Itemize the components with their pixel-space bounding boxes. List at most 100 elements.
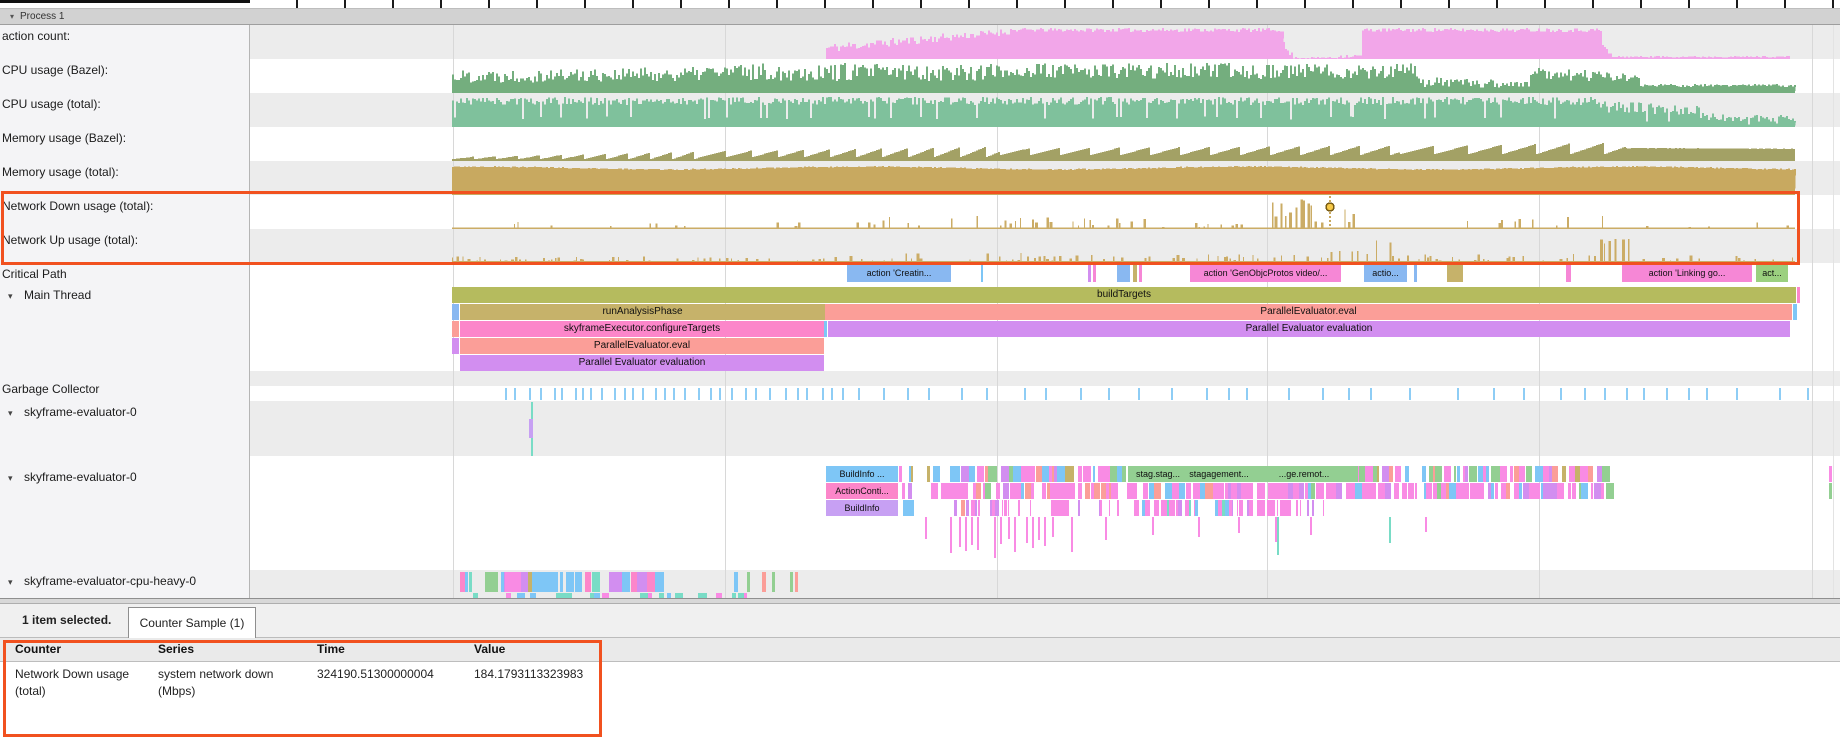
flame-slice[interactable] — [1031, 483, 1034, 499]
main-thread-slice[interactable] — [1797, 287, 1800, 303]
flame-slice[interactable] — [1415, 483, 1417, 499]
critical-path-slice[interactable]: act... — [1756, 265, 1788, 282]
flame-slice[interactable] — [465, 572, 468, 592]
gc-event-tick[interactable] — [673, 388, 675, 400]
gc-event-tick[interactable] — [655, 388, 657, 400]
flame-slice[interactable] — [1422, 466, 1426, 482]
flame-slice[interactable] — [1533, 483, 1540, 499]
flame-slice[interactable] — [1051, 500, 1069, 516]
gc-event-tick[interactable] — [806, 388, 808, 400]
flame-slice[interactable] — [996, 483, 1000, 499]
gc-event-tick[interactable] — [1688, 388, 1690, 400]
gc-event-tick[interactable] — [664, 388, 666, 400]
gc-event-tick[interactable] — [1206, 388, 1208, 400]
critical-path-slice[interactable]: actio... — [1364, 265, 1407, 282]
collapse-arrow-icon[interactable]: ▾ — [8, 289, 13, 303]
flame-slice[interactable] — [1447, 466, 1451, 482]
flame-slice[interactable] — [991, 466, 997, 482]
critical-path-slice[interactable] — [1139, 265, 1142, 282]
gc-event-tick[interactable] — [1560, 388, 1562, 400]
critical-path-slice[interactable]: action 'Creatin... — [847, 265, 951, 282]
flame-slice[interactable] — [911, 466, 913, 482]
flame-slice[interactable] — [1094, 483, 1100, 499]
flame-slice[interactable] — [1172, 483, 1179, 499]
flame-slice[interactable] — [1591, 483, 1593, 499]
flame-slice[interactable] — [1449, 483, 1456, 499]
flame-slice[interactable] — [899, 466, 902, 482]
main-thread-slice[interactable]: ParallelEvaluator.eval — [825, 304, 1792, 320]
main-thread-slice[interactable] — [1793, 304, 1797, 320]
flame-slice[interactable] — [1110, 466, 1117, 482]
flame-slice[interactable] — [1519, 466, 1525, 482]
hanging-slice[interactable] — [1052, 517, 1054, 537]
flame-slice[interactable] — [1526, 466, 1532, 482]
hanging-slice[interactable] — [971, 517, 973, 545]
flame-slice[interactable] — [1154, 483, 1161, 499]
flame-slice[interactable] — [1382, 466, 1389, 482]
flame-slice[interactable] — [1179, 483, 1185, 499]
critical-path-slice[interactable]: action 'GenObjcProtos video/... — [1190, 265, 1341, 282]
gc-event-tick[interactable] — [582, 388, 584, 400]
gc-event-tick[interactable] — [590, 388, 592, 400]
main-thread-slice[interactable]: ParallelEvaluator.eval — [460, 338, 824, 354]
flame-slice[interactable] — [1277, 500, 1278, 516]
flame-slice[interactable] — [1100, 500, 1102, 516]
gc-event-tick[interactable] — [505, 388, 507, 400]
gc-event-tick[interactable] — [986, 388, 988, 400]
flame-slice[interactable] — [734, 572, 738, 592]
flame-slice[interactable] — [1078, 500, 1080, 516]
hanging-slice[interactable] — [1277, 517, 1279, 555]
hanging-slice[interactable] — [1000, 517, 1002, 544]
flame-slice[interactable] — [1543, 483, 1551, 499]
gc-event-tick[interactable] — [745, 388, 747, 400]
gc-event-tick[interactable] — [614, 388, 616, 400]
flame-slice[interactable] — [1377, 466, 1379, 482]
flame-slice[interactable] — [1143, 483, 1148, 499]
flame-slice[interactable] — [655, 572, 664, 592]
flame-slice[interactable] — [1299, 483, 1304, 499]
flame-slice[interactable] — [976, 483, 981, 499]
flame-slice[interactable] — [1008, 500, 1009, 516]
gc-event-tick[interactable] — [1288, 388, 1290, 400]
hanging-slice[interactable] — [965, 517, 967, 551]
flame-slice[interactable] — [493, 572, 498, 592]
flame-slice[interactable] — [1557, 483, 1564, 499]
flame-slice[interactable] — [1336, 483, 1342, 499]
flame-slice[interactable] — [1300, 500, 1301, 516]
gc-event-tick[interactable] — [1024, 388, 1026, 400]
flame-slice[interactable] — [1030, 500, 1031, 516]
flame-slice[interactable] — [1193, 483, 1200, 499]
flame-slice[interactable] — [1165, 483, 1172, 499]
gc-event-tick[interactable] — [797, 388, 799, 400]
flame-slice[interactable] — [1157, 500, 1159, 516]
critical-path-slice[interactable] — [1133, 265, 1137, 282]
critical-path-slice[interactable] — [1414, 265, 1417, 282]
flame-slice[interactable] — [1001, 466, 1009, 482]
hanging-slice[interactable] — [1044, 517, 1046, 546]
flame-slice[interactable] — [1070, 483, 1075, 499]
flame-slice[interactable] — [1510, 466, 1513, 482]
gc-event-tick[interactable] — [698, 388, 700, 400]
gc-event-tick[interactable] — [540, 388, 542, 400]
flame-slice[interactable] — [1111, 483, 1118, 499]
flame-slice[interactable] — [936, 466, 940, 482]
flame-slice[interactable] — [977, 466, 984, 482]
hanging-slice[interactable] — [1071, 517, 1073, 552]
flame-slice[interactable] — [1042, 466, 1049, 482]
critical-path-slice[interactable] — [1117, 265, 1130, 282]
flame-slice[interactable] — [1171, 500, 1175, 516]
gc-event-tick[interactable] — [928, 388, 930, 400]
flame-slice[interactable] — [1086, 466, 1091, 482]
flame-slice[interactable] — [485, 572, 493, 592]
flame-slice[interactable] — [961, 466, 969, 482]
flame-slice[interactable]: ActionConti... — [826, 483, 898, 499]
flame-slice[interactable] — [1457, 466, 1460, 482]
gc-event-tick[interactable] — [785, 388, 787, 400]
hanging-slice[interactable] — [1032, 517, 1034, 548]
flame-slice[interactable] — [1195, 500, 1198, 516]
flame-slice[interactable] — [1323, 500, 1324, 516]
flame-slice[interactable] — [588, 572, 591, 592]
flame-slice[interactable] — [1397, 466, 1401, 482]
flame-slice[interactable] — [1829, 483, 1832, 499]
flame-slice[interactable] — [1312, 500, 1314, 516]
